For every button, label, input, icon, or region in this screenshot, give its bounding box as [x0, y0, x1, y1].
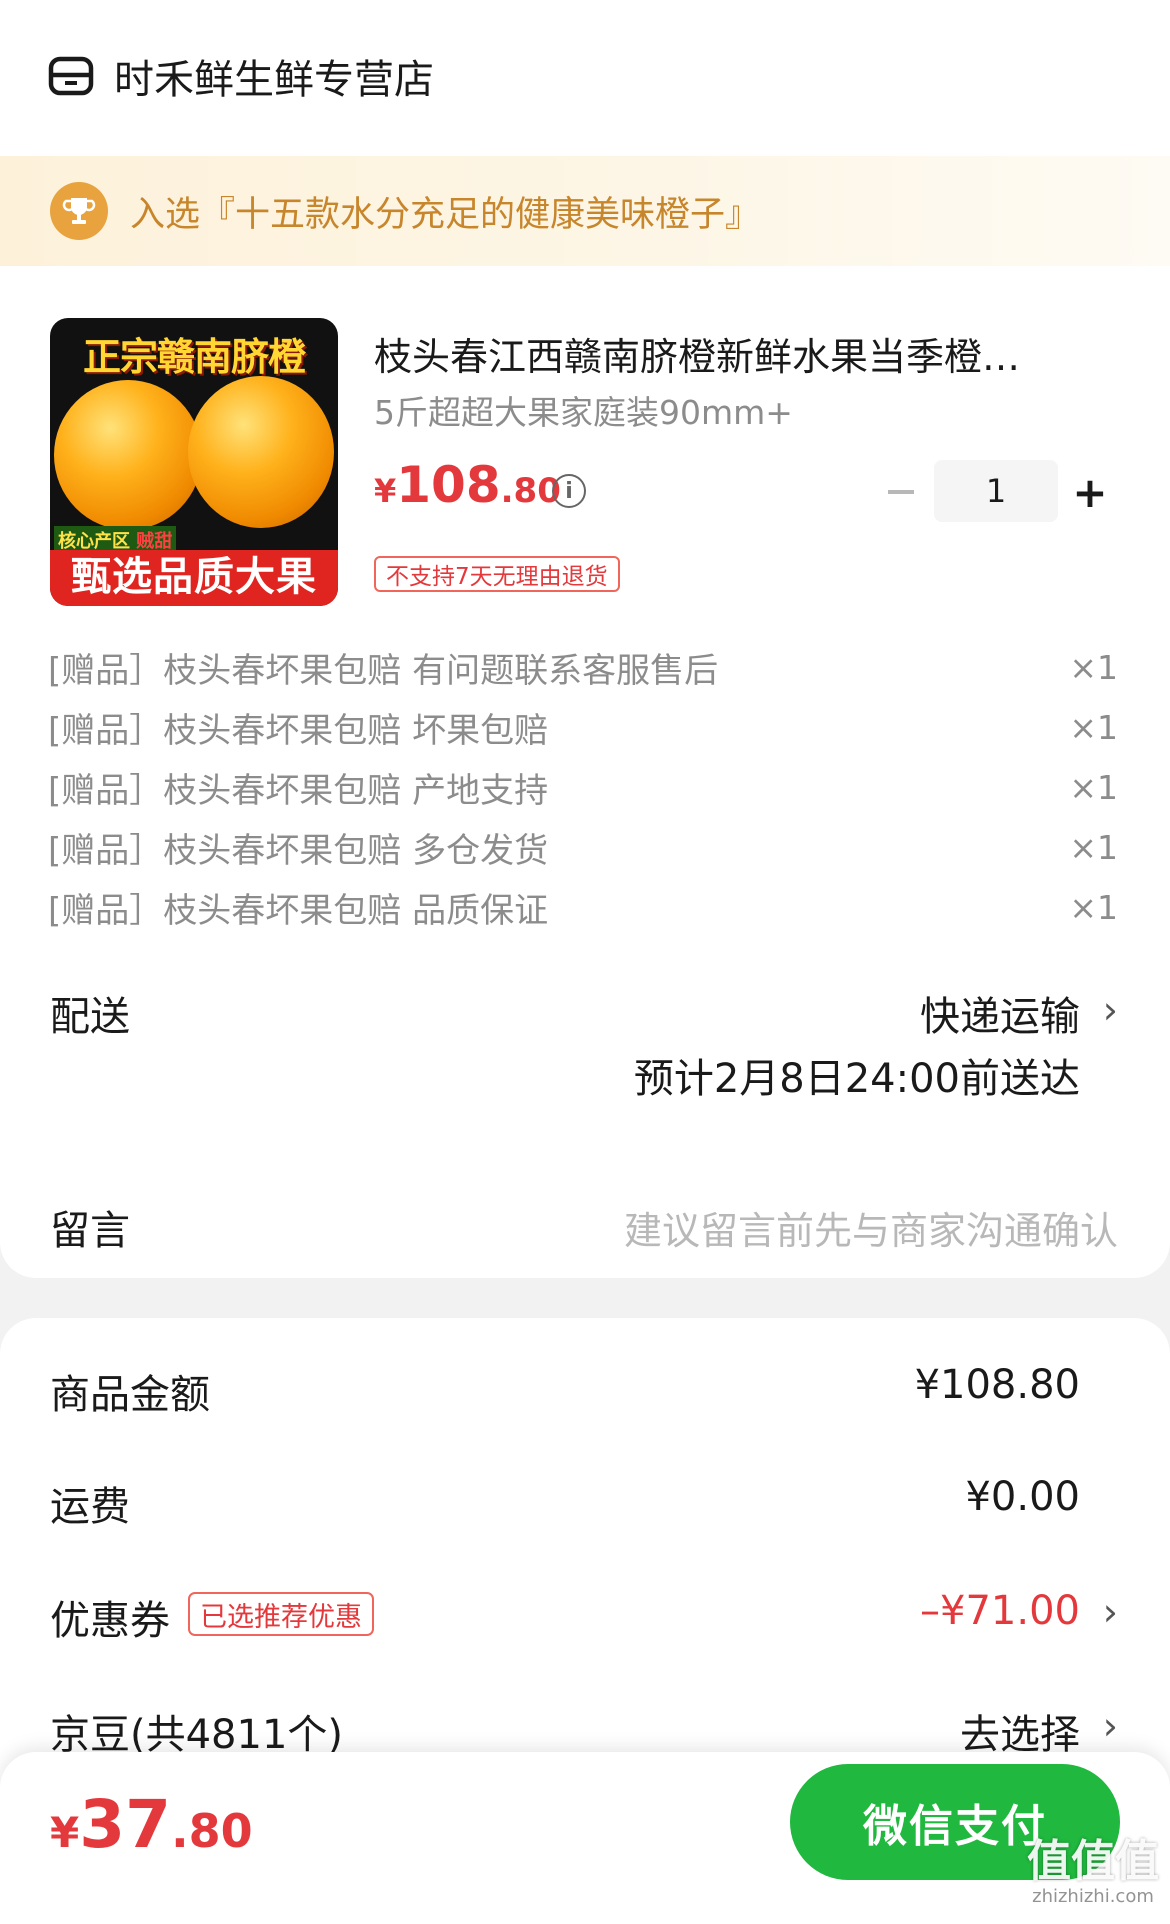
store-name: 时禾鲜生鲜专营店 — [114, 57, 434, 103]
delivery-eta: 预计2月8日24:00前送达 — [633, 1056, 1080, 1102]
gift-item: [赠品］枝头春坏果包赔 产地支持 ×1 — [48, 762, 1118, 812]
gift-count: ×1 — [1069, 707, 1118, 747]
quantity-decrease-button[interactable] — [884, 470, 918, 514]
product-title[interactable]: 枝头春江西赣南脐橙新鲜水果当季橙… — [374, 326, 1094, 381]
shipping-fee-value: ¥0.00 — [965, 1474, 1080, 1520]
gift-count: ×1 — [1069, 887, 1118, 927]
product-image-title: 正宗赣南脐橙 — [82, 334, 306, 379]
goods-amount-value: ¥108.80 — [914, 1362, 1080, 1408]
store-icon — [48, 56, 94, 96]
quantity-increase-button[interactable]: + — [1072, 468, 1108, 517]
watermark: 值值值 zhizhizhi.com — [1027, 1836, 1159, 1908]
chevron-right-icon[interactable]: › — [1103, 1590, 1118, 1634]
chevron-right-icon[interactable]: › — [1103, 1704, 1118, 1748]
product-image-caption: 甄选品质大果 — [71, 554, 317, 600]
goods-amount-label: 商品金额 — [50, 1372, 210, 1418]
gift-item: [赠品］枝头春坏果包赔 有问题联系客服售后 ×1 — [48, 642, 1118, 692]
total-price: ¥37.80 — [50, 1786, 253, 1863]
banner-text: 入选『十五款水分充足的健康美味橙子』 — [130, 194, 761, 235]
gift-item: [赠品］枝头春坏果包赔 品质保证 ×1 — [48, 882, 1118, 932]
gift-item: [赠品］枝头春坏果包赔 坏果包赔 ×1 — [48, 702, 1118, 752]
gift-count: ×1 — [1069, 767, 1118, 807]
product-price: ¥108.80 — [374, 456, 561, 514]
info-icon[interactable]: i — [552, 474, 586, 508]
message-input[interactable]: 建议留言前先与商家沟通确认 — [624, 1200, 1118, 1255]
gift-text: [赠品］枝头春坏果包赔 产地支持 — [48, 770, 549, 811]
coupon-badge: 已选推荐优惠 — [188, 1592, 374, 1636]
product-spec[interactable]: 5斤超超大果家庭装90mm+ — [374, 386, 793, 434]
gift-text: [赠品］枝头春坏果包赔 品质保证 — [48, 890, 549, 931]
chevron-right-icon[interactable]: › — [1103, 988, 1118, 1032]
gift-count: ×1 — [1069, 827, 1118, 867]
store-header[interactable]: 时禾鲜生鲜专营店 — [48, 44, 434, 108]
product-image[interactable]: 正宗赣南脐橙 核心产区 贼甜 甄选品质大果 — [50, 318, 338, 606]
delivery-label: 配送 — [50, 994, 130, 1040]
delivery-method[interactable]: 快递运输 — [920, 984, 1080, 1042]
gift-text: [赠品］枝头春坏果包赔 多仓发货 — [48, 830, 549, 871]
trophy-icon — [50, 182, 108, 240]
quantity-input[interactable]: 1 — [934, 460, 1058, 522]
orange-left — [54, 380, 202, 530]
gift-item: [赠品］枝头春坏果包赔 多仓发货 ×1 — [48, 822, 1118, 872]
return-policy-badge: 不支持7天无理由退货 — [374, 556, 620, 592]
shipping-fee-label: 运费 — [50, 1484, 130, 1530]
gift-text: [赠品］枝头春坏果包赔 有问题联系客服售后 — [48, 650, 719, 691]
message-label: 留言 — [50, 1208, 130, 1254]
ranking-banner[interactable]: 入选『十五款水分充足的健康美味橙子』 — [0, 156, 1170, 266]
orange-right — [188, 376, 334, 528]
gift-count: ×1 — [1069, 647, 1118, 687]
coupon-value[interactable]: –¥71.00 — [920, 1588, 1080, 1634]
gift-text: [赠品］枝头春坏果包赔 坏果包赔 — [48, 710, 549, 751]
coupon-label: 优惠券 — [50, 1598, 170, 1644]
